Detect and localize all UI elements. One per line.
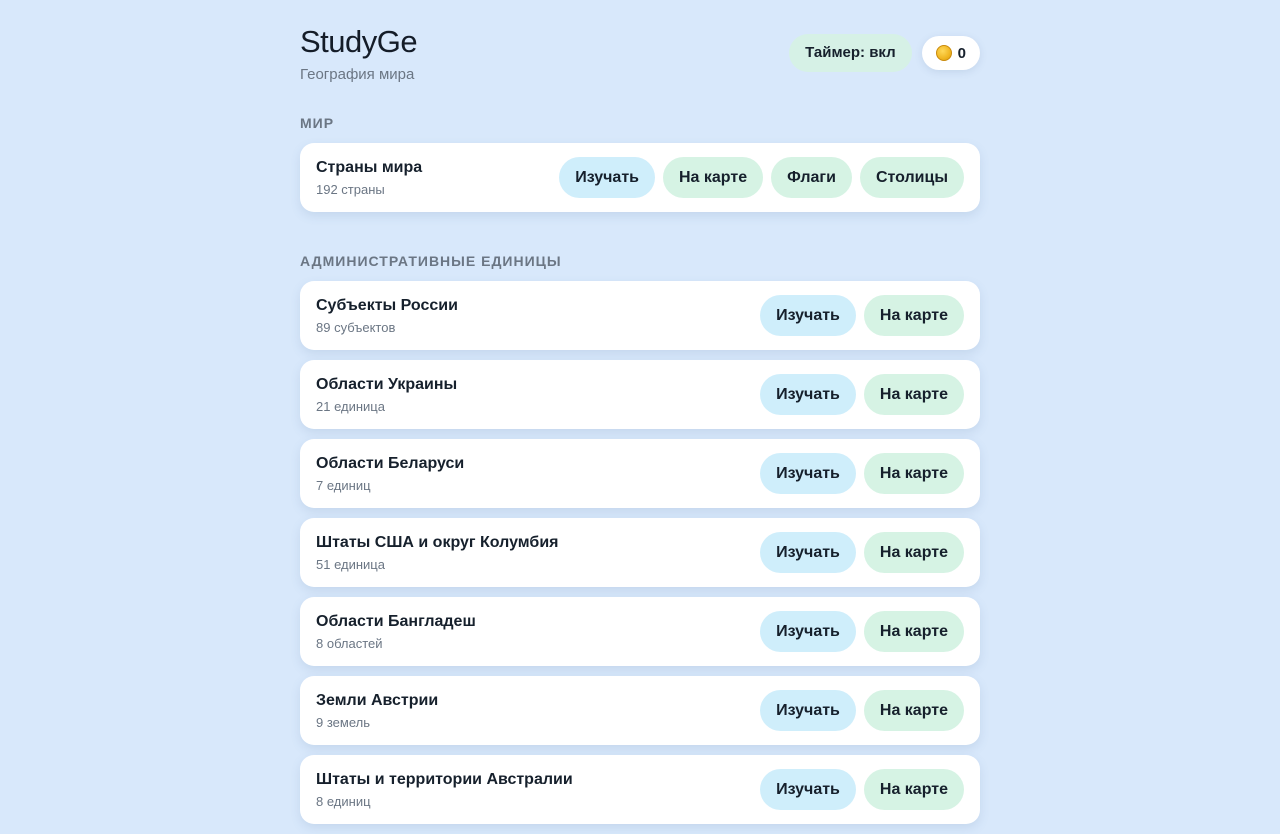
map-button[interactable]: На карте <box>863 769 964 810</box>
topic-card-text: Страны мира 192 страны <box>316 159 422 197</box>
topic-actions: Изучать На карте <box>760 611 964 652</box>
topic-title: Области Беларуси <box>316 454 465 472</box>
admin-list: Субъекты России 89 субъектов Изучать На кар… <box>300 281 980 824</box>
app-subtitle: География мира <box>300 66 415 83</box>
study-button[interactable]: Изучать <box>760 690 856 731</box>
page-header: StudyGe География мира Таймер: вкл 0 <box>300 0 980 110</box>
study-button[interactable]: Изучать <box>559 157 655 198</box>
topic-card-text: Штаты и территории Австралии 8 единиц <box>316 771 573 809</box>
study-button[interactable]: Изучать <box>760 453 856 494</box>
topic-actions: Изучать На карте Флаги Столицы <box>559 157 964 198</box>
map-button[interactable]: На карте <box>863 295 964 336</box>
section-title-admin: АДМИНИСТРАТИВНЫЕ ЕДИНИЦЫ <box>300 253 562 269</box>
study-button[interactable]: Изучать <box>760 769 856 810</box>
header-controls: Таймер: вкл 0 <box>789 34 980 72</box>
app-title: StudyGe <box>300 24 418 59</box>
capitals-button[interactable]: Столицы <box>859 157 964 198</box>
coin-balance: 0 <box>921 36 980 70</box>
topic-title: Области Украины <box>316 375 458 393</box>
study-button[interactable]: Изучать <box>760 611 856 652</box>
topic-card-text: Штаты США и округ Колумбия 51 единица <box>316 534 558 572</box>
world-list: Страны мира 192 страны Изучать На карте Флаг… <box>300 143 980 212</box>
study-button[interactable]: Изучать <box>760 374 856 415</box>
topic-title: Субъекты России <box>316 296 458 314</box>
topic-card: Области Бангладеш 8 областей Изучать На кар… <box>300 597 980 666</box>
topic-card-text: Земли Австрии 9 земель <box>316 692 438 730</box>
topic-actions: Изучать На карте <box>760 295 964 336</box>
topic-card-text: Области Беларуси 7 единиц <box>316 455 464 493</box>
flags-button[interactable]: Флаги <box>771 157 852 198</box>
topic-count: 51 единица <box>316 556 385 572</box>
topic-count: 9 земель <box>316 714 370 730</box>
map-button[interactable]: На карте <box>863 611 964 652</box>
topic-count: 8 единиц <box>316 793 371 809</box>
map-button[interactable]: На карте <box>863 453 964 494</box>
topic-actions: Изучать На карте <box>760 769 964 810</box>
topic-count: 8 областей <box>316 635 383 651</box>
topic-card: Штаты и территории Австралии 8 единиц Изуч… <box>300 755 980 824</box>
main-container: StudyGe География мира Таймер: вкл 0 МИР… <box>300 0 980 834</box>
study-button[interactable]: Изучать <box>760 295 856 336</box>
topic-title: Страны мира <box>316 158 423 176</box>
map-button[interactable]: На карте <box>863 690 964 731</box>
coin-icon <box>935 45 952 61</box>
topic-actions: Изучать На карте <box>760 532 964 573</box>
map-button[interactable]: На карте <box>663 157 764 198</box>
map-button[interactable]: На карте <box>863 374 964 415</box>
topic-card: Земли Австрии 9 земель Изучать На карте <box>300 676 980 745</box>
topic-card: Штаты США и округ Колумбия 51 единица Изуч… <box>300 518 980 587</box>
map-button[interactable]: На карте <box>863 532 964 573</box>
topic-count: 89 субъектов <box>316 319 396 335</box>
topic-card-text: Области Украины 21 единица <box>316 376 457 414</box>
timer-toggle-button[interactable]: Таймер: вкл <box>789 34 912 72</box>
topic-count: 192 страны <box>316 181 385 197</box>
topic-count: 7 единиц <box>316 477 371 493</box>
topic-actions: Изучать На карте <box>760 374 964 415</box>
topic-title: Штаты и территории Австралии <box>316 770 573 788</box>
section-title-world: МИР <box>300 115 335 131</box>
topic-title: Области Бангладеш <box>316 612 476 630</box>
topic-title: Штаты США и округ Колумбия <box>316 533 559 551</box>
topic-actions: Изучать На карте <box>760 690 964 731</box>
study-button[interactable]: Изучать <box>760 532 856 573</box>
topic-actions: Изучать На карте <box>760 453 964 494</box>
topic-card: Области Беларуси 7 единиц Изучать На карте <box>300 439 980 508</box>
topic-card-text: Области Бангладеш 8 областей <box>316 613 476 651</box>
topic-card: Области Украины 21 единица Изучать На карте <box>300 360 980 429</box>
topic-title: Земли Австрии <box>316 691 439 709</box>
topic-count: 21 единица <box>316 398 385 414</box>
topic-card: Страны мира 192 страны Изучать На карте Флаг… <box>300 143 980 212</box>
topic-card: Субъекты России 89 субъектов Изучать На кар… <box>300 281 980 350</box>
coin-count: 0 <box>957 44 966 62</box>
topic-card-text: Субъекты России 89 субъектов <box>316 297 458 335</box>
